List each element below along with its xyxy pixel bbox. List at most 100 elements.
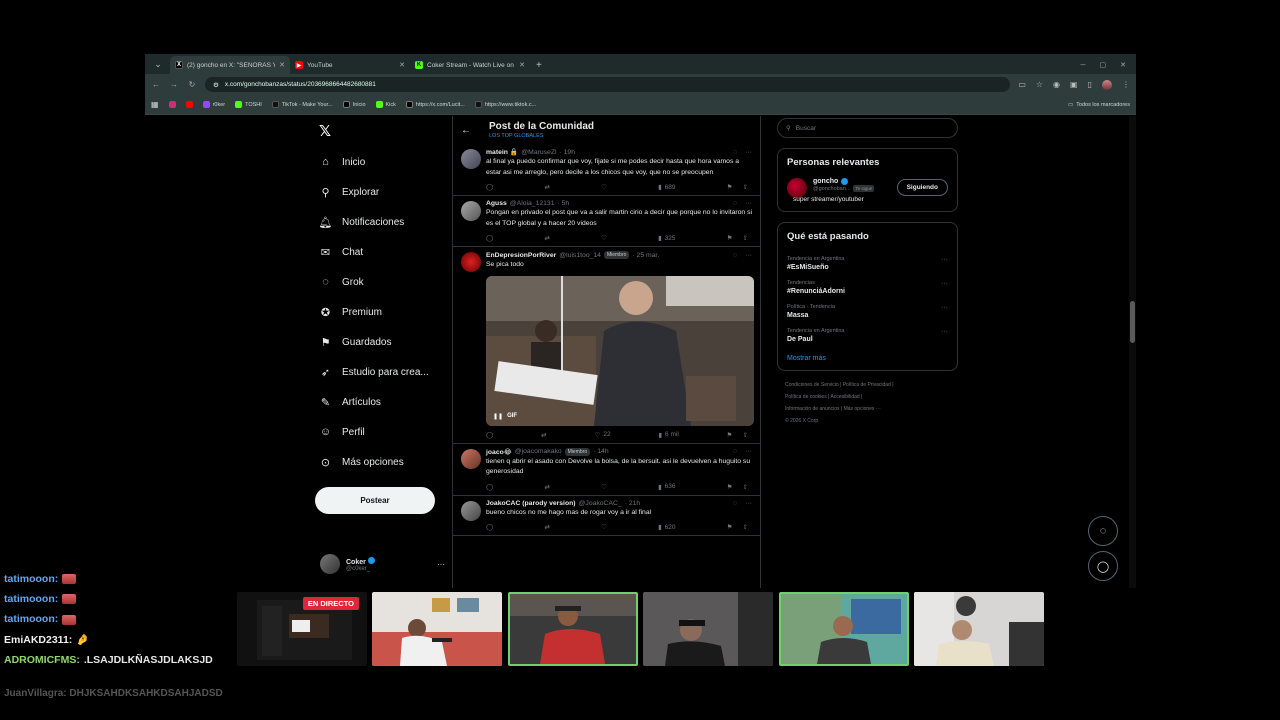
close-tab-icon[interactable]: ✕ (519, 61, 525, 69)
tweet-time[interactable]: · 14h (593, 448, 609, 455)
footer-link[interactable]: Información de anuncios (785, 406, 839, 412)
tweet[interactable]: Aguss @Aloia_12131 · 5h ◌ ··· Pongan en p… (453, 196, 760, 247)
close-tab-icon[interactable]: ✕ (279, 61, 285, 69)
like-icon[interactable]: ♡ (601, 183, 607, 191)
tweet[interactable]: joaco😂 @joacomakako Miembro · 14h ◌ ··· t… (453, 444, 760, 496)
avatar[interactable] (461, 448, 481, 469)
nav-articulos[interactable]: ✎ Artículos (319, 393, 381, 411)
community-link[interactable]: LOS TOP GLOBALES (489, 133, 594, 139)
grok-fab-icon[interactable]: ◌ (1088, 516, 1118, 546)
minimize-icon[interactable]: ─ (1081, 62, 1086, 69)
cam-tile[interactable] (372, 592, 502, 666)
reply-icon[interactable]: ◯ (486, 523, 493, 531)
nav-premium[interactable]: ✪ Premium (319, 303, 382, 321)
footer-link[interactable]: Condiciones de Servicio (785, 382, 839, 388)
tweet-handle[interactable]: @MaruseZl (521, 149, 556, 156)
tweet-author[interactable]: Aguss (486, 200, 507, 207)
more-dots-icon[interactable]: ··· (745, 500, 752, 507)
close-window-icon[interactable]: ✕ (1120, 61, 1126, 69)
avatar[interactable] (461, 201, 481, 221)
more-dots-icon[interactable]: ··· (941, 328, 948, 335)
tweet-time[interactable]: · 19h (560, 149, 576, 156)
reply-icon[interactable]: ◯ (486, 234, 493, 242)
trend-item[interactable]: Política · Tendencia Massa ··· (787, 304, 948, 319)
screen-share-tile[interactable]: EN DIRECTO (237, 592, 367, 666)
show-more-link[interactable]: Mostrar más (787, 355, 948, 362)
extension-icon[interactable]: ◉ (1053, 80, 1060, 90)
tab-x[interactable]: X (2) goncho en X: "SEÑORAS Y ✕ (170, 56, 290, 74)
views-stat[interactable]: ▮ 325 (658, 234, 675, 243)
cast-icon[interactable]: ▭ (1018, 80, 1026, 90)
pause-icon[interactable]: ❚❚ (493, 413, 503, 420)
avatar[interactable] (461, 149, 481, 169)
search-input[interactable]: ⚲ Buscar (777, 118, 958, 138)
share-icon[interactable]: ⇧ (743, 183, 748, 191)
grok-icon[interactable]: ◌ (733, 252, 737, 259)
views-stat[interactable]: ▮ 689 (658, 183, 675, 192)
grok-icon[interactable]: ◌ (733, 200, 737, 207)
nav-grok[interactable]: ◌ Grok (319, 273, 363, 291)
retweet-icon[interactable]: ⇄ (544, 183, 549, 191)
retweet-icon[interactable]: ⇄ (544, 483, 549, 491)
more-dots-icon[interactable]: ··· (745, 448, 752, 455)
new-tab-icon[interactable]: + (530, 56, 548, 74)
tweet-time[interactable]: · 5h (557, 200, 569, 207)
bookmark-item[interactable]: r0ker (202, 101, 225, 108)
tweet-time[interactable]: · 25 mar. (632, 252, 659, 259)
like-icon[interactable]: ♡ (601, 234, 607, 242)
profile-avatar[interactable] (1102, 79, 1112, 90)
x-logo-icon[interactable]: 𝕏 (319, 122, 331, 140)
tweet-gif[interactable]: ❚❚ GIF (486, 275, 754, 426)
trend-item[interactable]: Tendencia en Argentina #EsMiSueño ··· (787, 256, 948, 271)
apps-grid-icon[interactable]: ▦ (151, 100, 159, 109)
grok-icon[interactable]: ◌ (733, 448, 737, 455)
nav-guardados[interactable]: ⚑ Guardados (319, 333, 392, 351)
tweet-author[interactable]: JoakoCAC (parody version) (486, 500, 576, 507)
bookmark-item[interactable]: TikTok - Make Your... (271, 101, 333, 108)
relevant-person[interactable]: goncho @gonchoban... Te sigue super strea… (787, 178, 948, 203)
like-stat[interactable]: ♡ 22 (595, 431, 611, 439)
reply-icon[interactable]: ◯ (486, 431, 493, 439)
maximize-icon[interactable]: ▢ (1100, 61, 1107, 69)
back-arrow-icon[interactable]: ← (461, 125, 471, 136)
tab-search-icon[interactable]: ⌄ (149, 55, 167, 73)
bookmark-item[interactable]: https://www.tiktok.c... (474, 101, 536, 108)
retweet-icon[interactable]: ⇄ (544, 523, 549, 531)
grok-icon[interactable]: ◌ (733, 149, 737, 156)
avatar[interactable] (461, 500, 481, 521)
more-dots-icon[interactable]: ··· (745, 200, 752, 207)
views-stat[interactable]: ▮ 620 (658, 523, 675, 532)
post-button[interactable]: Postear (315, 487, 435, 514)
bookmark-item[interactable]: Kick (375, 101, 396, 108)
tweet-handle[interactable]: @luis1too_14 (559, 252, 601, 259)
views-stat[interactable]: ▮ 636 (658, 483, 675, 491)
url-input[interactable]: ⚙ x.com/gonchobanzas/status/203696866448… (205, 77, 1011, 92)
bookmark-star-icon[interactable]: ☆ (1036, 80, 1043, 90)
scrollbar[interactable] (1129, 116, 1136, 588)
cam-tile[interactable] (643, 592, 773, 666)
nav-mas-opciones[interactable]: ⊙ Más opciones (319, 453, 404, 471)
nav-notificaciones[interactable]: 🔔︎ Notificaciones (319, 213, 405, 231)
tweet[interactable]: JoakoCAC (parody version) @JoakoCAC_ · 2… (453, 496, 760, 536)
more-dots-icon[interactable]: ··· (745, 149, 752, 156)
tweet[interactable]: EnDepresionPorRiver @luis1too_14 Miembro… (453, 247, 760, 444)
tab-youtube[interactable]: ▶ YouTube ✕ (290, 56, 410, 74)
nav-explorar[interactable]: ⚲ Explorar (319, 183, 379, 201)
avatar[interactable] (787, 178, 807, 198)
retweet-icon[interactable]: ⇄ (544, 234, 549, 242)
cam-tile[interactable] (914, 592, 1044, 666)
bookmark-icon[interactable]: ⚑ (727, 431, 733, 439)
bookmark-item[interactable]: TOSHI (235, 101, 262, 108)
nav-chat[interactable]: ✉ Chat (319, 243, 363, 261)
person-handle[interactable]: @gonchoban... (813, 186, 850, 192)
more-dots-icon[interactable]: ··· (941, 280, 948, 287)
bookmark-youtube[interactable] (185, 101, 193, 108)
tweet-author[interactable]: joaco😂 (486, 448, 512, 456)
person-name[interactable]: goncho (813, 178, 838, 185)
tweet-handle[interactable]: @Aloia_12131 (510, 200, 555, 207)
nav-estudio[interactable]: ➶ Estudio para crea... (319, 363, 429, 381)
tweet-author[interactable]: EnDepresionPorRiver (486, 252, 556, 259)
avatar[interactable] (461, 252, 481, 272)
close-tab-icon[interactable]: ✕ (399, 61, 405, 69)
reply-icon[interactable]: ◯ (486, 183, 493, 191)
